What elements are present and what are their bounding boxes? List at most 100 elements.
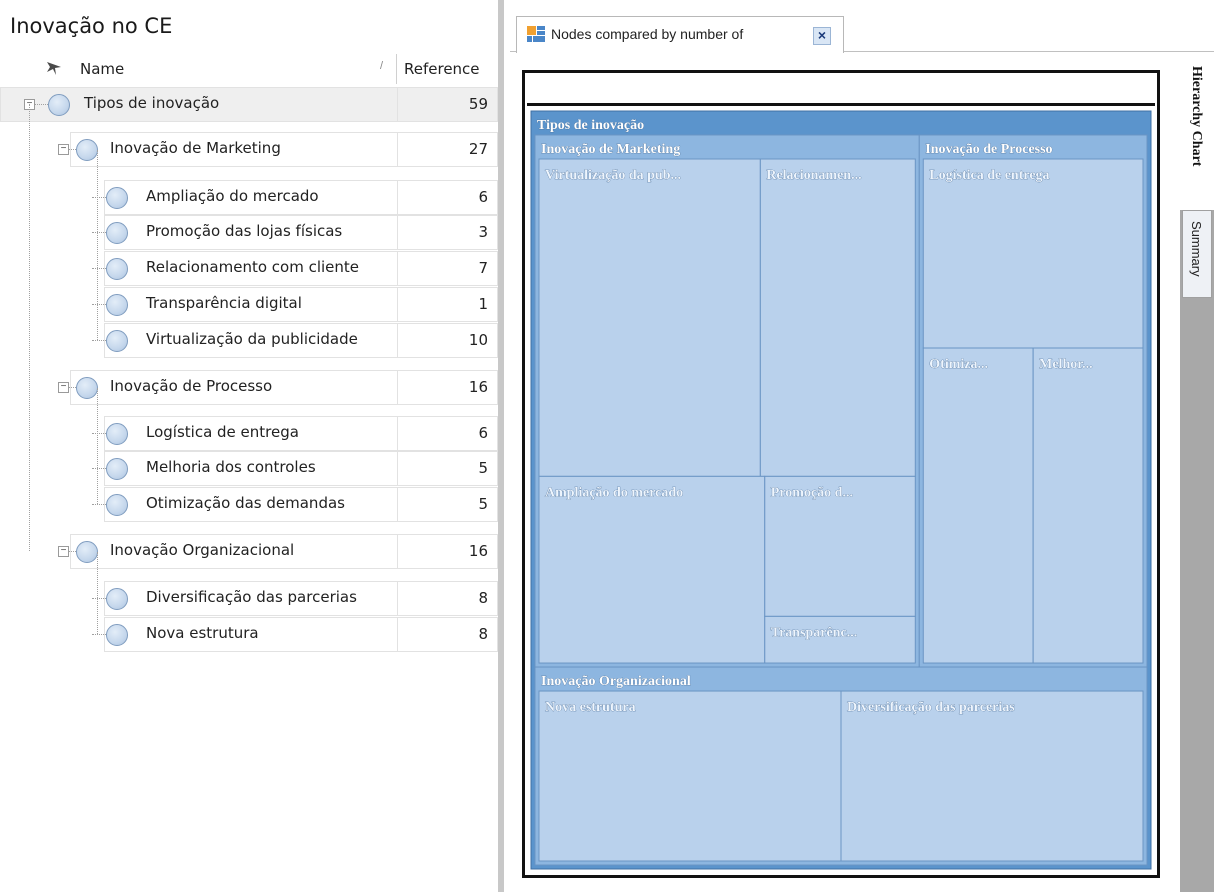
treemap-leaf-label: Logística de entrega [929,168,1049,183]
node-circle-icon [106,423,128,445]
tree-connector [35,104,48,105]
tree-row[interactable]: 59− Tipos de inovação [0,87,498,122]
treemap-leaf[interactable] [759,158,916,477]
tree-connector [29,450,30,551]
tree-connector [97,388,98,504]
treemap-leaf[interactable] [1032,347,1144,664]
tree-row[interactable]: 8 Nova estrutura [0,617,498,652]
treemap-leaf-label: Ampliação do mercado [545,485,683,500]
reference-count: 5 [397,487,498,522]
treemap-leaf-label: Nova estrutura [545,700,636,715]
tree-row[interactable]: 7 Relacionamento com cliente [0,251,498,286]
treemap-chart: Tipos de inovação Inovação de Marketing In… [530,110,1152,870]
node-label: Inovação de Marketing [110,139,281,157]
node-label: Inovação de Processo [110,377,273,395]
node-circle-icon [76,541,98,563]
tree-connector [92,598,106,599]
tree-connector [92,268,106,269]
tree-connector [92,232,106,233]
treemap-leaf[interactable] [922,158,1144,349]
reference-count: 16 [397,370,498,405]
tree-row[interactable]: 16 − Inovação Organizacional [0,534,498,569]
reference-count: 8 [397,617,498,652]
tab-label: Nodes compared by number of [551,26,744,42]
node-label: Nova estrutura [146,624,259,642]
reference-count: 6 [397,416,498,451]
tree-connector [92,634,106,635]
node-label: Ampliação do mercado [146,187,319,205]
treemap-leaf-label: Virtualização da pub... [545,168,681,183]
reference-column-header[interactable]: Reference [404,60,480,78]
treemap-group-label: Inovação de Processo [925,142,1052,157]
tree-connector [92,433,106,434]
node-circle-icon [48,94,70,116]
reference-count: 5 [397,451,498,486]
node-circle-icon [76,139,98,161]
column-header: Name / Reference [0,54,498,84]
node-label: Transparência digital [146,294,302,312]
reference-count: 16 [397,534,498,569]
chart-title-box [527,75,1155,106]
close-icon[interactable]: × [813,27,831,45]
tree-connector [97,552,98,634]
pin-icon[interactable] [44,58,64,78]
treemap-leaf[interactable] [538,690,842,862]
node-circle-icon [106,588,128,610]
tab-nodes-compared[interactable]: Nodes compared by number of × [516,16,844,53]
tab-summary-label: Summary [1189,221,1204,277]
tree-row[interactable]: 5 Melhoria dos controles [0,451,498,486]
tree-connector [92,504,106,505]
node-list-panel: Inovação no CE Name / Reference 59− Tipos… [0,0,504,892]
tab-hierarchy-chart-label: Hierarchy Chart [1189,66,1204,167]
tree-row[interactable]: 10 Virtualização da publicidade [0,323,498,358]
tree-connector [92,197,106,198]
tree-row[interactable]: 8 Diversificação das parcerias [0,581,498,616]
treemap-leaf-label: Diversificação das parcerias [847,700,1015,715]
tree-row[interactable]: 27 − Inovação de Marketing [0,132,498,167]
node-label: Tipos de inovação [84,94,220,112]
node-label: Diversificação das parcerias [146,588,357,606]
node-circle-icon [106,624,128,646]
tab-hierarchy-chart[interactable]: Hierarchy Chart [1180,60,1214,210]
tree-row[interactable]: 1 Transparência digital [0,287,498,322]
collapse-icon[interactable]: − [58,546,69,557]
node-circle-icon [106,222,128,244]
chart-view: Nodes compared by number of × Tipos de i… [510,0,1214,892]
tree-row[interactable]: 16 − Inovação de Processo [0,370,498,405]
treemap-leaf-label: Transparênc... [771,625,857,640]
treemap-leaf[interactable] [840,690,1144,862]
node-label: Melhoria dos controles [146,458,316,476]
tab-summary[interactable]: Summary [1182,210,1212,298]
sort-indicator-icon: / [380,60,384,72]
collapse-icon[interactable]: − [58,382,69,393]
tree-connector [69,551,76,552]
node-circle-icon [106,294,128,316]
reference-count: 6 [397,180,498,215]
collapse-icon[interactable]: − [58,144,69,155]
node-circle-icon [76,377,98,399]
tree-row[interactable]: 6 Ampliação do mercado [0,180,498,215]
tree-row[interactable]: 6 Logística de entrega [0,416,498,451]
reference-count: 7 [397,251,498,286]
tree-connector [69,387,76,388]
panel-title: Inovação no CE [10,14,173,38]
node-circle-icon [106,458,128,480]
tree-row[interactable]: 5 Otimização das demandas [0,487,498,522]
tree-connector [97,150,98,340]
treemap-leaf-label: Promoção d... [771,485,853,500]
tree-connector [92,340,106,341]
tree-connector [92,468,106,469]
treemap-leaf-label: Melhor... [1039,357,1093,372]
node-circle-icon [106,330,128,352]
name-column-header[interactable]: Name [80,60,124,78]
treemap-leaf[interactable] [538,475,766,664]
reference-count: 1 [397,287,498,322]
node-label: Promoção das lojas físicas [146,222,343,240]
side-tab-strip: Hierarchy Chart Summary [1180,60,1214,892]
treemap-leaf[interactable] [538,158,761,477]
treemap-leaf[interactable] [922,347,1034,664]
tree-row[interactable]: 3 Promoção das lojas físicas [0,215,498,250]
column-divider[interactable] [396,54,397,84]
reference-count: 10 [397,323,498,358]
treemap-root-label: Tipos de inovação [537,118,644,133]
